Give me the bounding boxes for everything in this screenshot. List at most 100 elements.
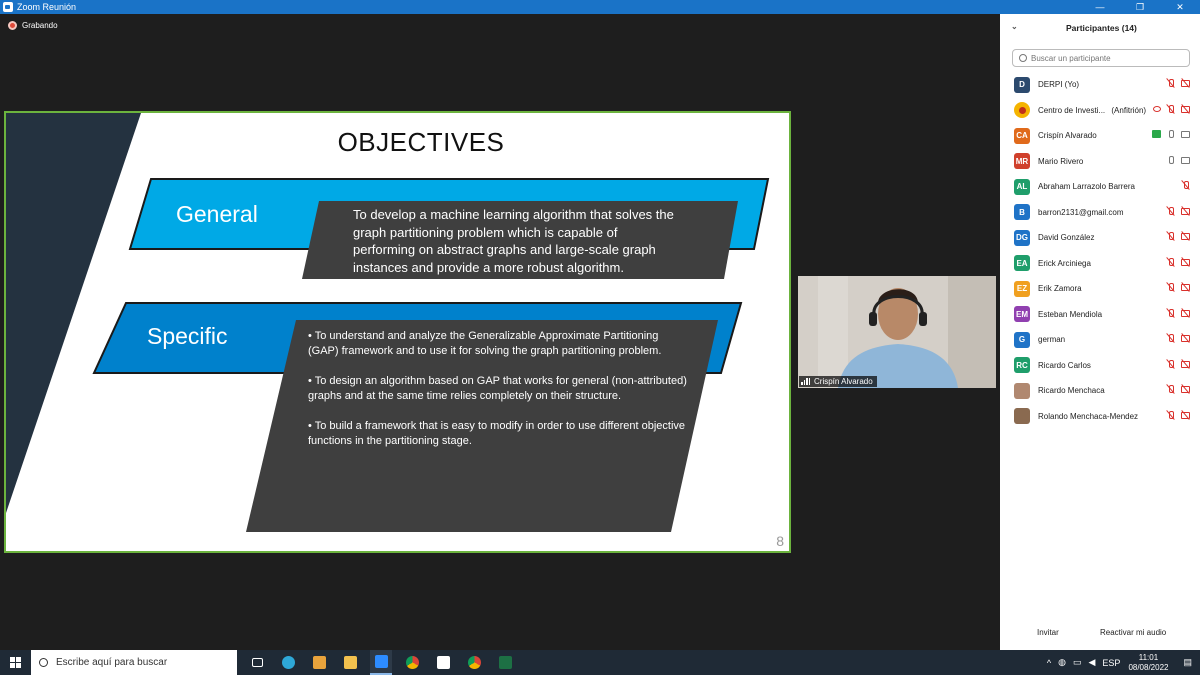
participant-row[interactable]: Centro de Investi... (Anfitrión): [1000, 98, 1200, 124]
avatar-photo: [1014, 408, 1030, 425]
slide-page-number: 8: [776, 533, 784, 549]
camera-icon[interactable]: [1181, 129, 1191, 139]
network-icon[interactable]: ◍: [1058, 657, 1066, 668]
participant-row[interactable]: DG David González: [1000, 225, 1200, 251]
taskbar-app-media[interactable]: [308, 650, 330, 675]
camera-off-icon[interactable]: [1181, 78, 1191, 88]
edge-icon: [281, 656, 295, 669]
mic-muted-icon[interactable]: [1166, 206, 1176, 216]
mic-muted-icon[interactable]: [1166, 333, 1176, 343]
video-frame: [798, 276, 996, 388]
general-label: General: [176, 201, 258, 227]
task-view-button[interactable]: [246, 650, 268, 675]
close-button[interactable]: ✕: [1160, 0, 1200, 14]
chrome-icon: [405, 656, 419, 669]
mic-muted-icon[interactable]: [1166, 257, 1176, 267]
maximize-button[interactable]: ❐: [1120, 0, 1160, 14]
mic-muted-icon[interactable]: [1166, 78, 1176, 88]
camera-icon[interactable]: [1181, 155, 1191, 165]
camera-off-icon[interactable]: [1181, 410, 1191, 420]
chrome-icon: [467, 656, 481, 669]
avatar: [1014, 102, 1030, 119]
participant-row[interactable]: B barron2131@gmail.com: [1000, 200, 1200, 226]
screen-share-icon: [1152, 130, 1161, 138]
taskbar-app-chrome-2[interactable]: [463, 650, 485, 675]
tray-chevron-icon[interactable]: ^: [1047, 658, 1051, 668]
minimize-button[interactable]: —: [1080, 0, 1120, 14]
participant-row[interactable]: CA Crispín Alvarado: [1000, 123, 1200, 149]
taskbar-search[interactable]: Escribe aquí para buscar: [31, 650, 237, 675]
participant-row[interactable]: D DERPI (Yo): [1000, 72, 1200, 98]
camera-off-icon[interactable]: [1181, 308, 1191, 318]
mic-muted-icon[interactable]: [1181, 180, 1191, 190]
notifications-icon[interactable]: ▤: [1183, 657, 1192, 668]
taskbar-clock[interactable]: 11:01 08/08/2022: [1128, 653, 1168, 673]
taskbar-search-placeholder: Escribe aquí para buscar: [56, 657, 168, 668]
participant-row[interactable]: EZ Erik Zamora: [1000, 276, 1200, 302]
avatar: DG: [1014, 229, 1030, 246]
participants-list: D DERPI (Yo) Centro de Investi... (Anfit…: [1000, 72, 1200, 429]
mic-muted-icon[interactable]: [1166, 308, 1176, 318]
invite-button[interactable]: Invitar: [1037, 628, 1059, 637]
avatar: EA: [1014, 255, 1030, 272]
taskbar-app-edge[interactable]: [277, 650, 299, 675]
recording-indicator[interactable]: Grabando: [8, 21, 58, 30]
battery-icon[interactable]: ▭: [1073, 657, 1082, 668]
excel-icon: [498, 656, 512, 669]
avatar: G: [1014, 331, 1030, 348]
participant-row[interactable]: EM Esteban Mendiola: [1000, 302, 1200, 328]
participants-panel: ⌄ Participantes (14) D DERPI (Yo) Centro…: [1000, 14, 1200, 650]
taskbar-app-explorer[interactable]: [339, 650, 361, 675]
participant-video[interactable]: Crispín Alvarado: [798, 276, 996, 388]
clock-time: 11:01: [1138, 652, 1159, 662]
taskbar-app-acrobat[interactable]: [432, 650, 454, 675]
volume-icon[interactable]: ◀: [1089, 657, 1096, 668]
camera-off-icon[interactable]: [1181, 104, 1191, 114]
camera-off-icon[interactable]: [1181, 282, 1191, 292]
mic-muted-icon[interactable]: [1166, 282, 1176, 292]
task-view-icon: [251, 658, 263, 667]
taskbar-app-zoom[interactable]: [370, 650, 392, 675]
mic-muted-icon[interactable]: [1166, 359, 1176, 369]
avatar-photo: [1014, 382, 1030, 399]
participant-row[interactable]: Rolando Menchaca-Mendez: [1000, 404, 1200, 430]
camera-off-icon[interactable]: [1181, 359, 1191, 369]
mic-muted-icon[interactable]: [1166, 231, 1176, 241]
collapse-chevron-icon[interactable]: ⌄: [1011, 22, 1018, 31]
camera-off-icon[interactable]: [1181, 333, 1191, 343]
camera-off-icon[interactable]: [1181, 384, 1191, 394]
avatar: EZ: [1014, 280, 1030, 297]
taskbar-app-chrome[interactable]: [401, 650, 423, 675]
camera-off-icon[interactable]: [1181, 206, 1191, 216]
mic-icon[interactable]: [1166, 129, 1176, 139]
mic-muted-icon[interactable]: [1166, 104, 1176, 114]
participant-row[interactable]: Ricardo Menchaca: [1000, 378, 1200, 404]
camera-off-icon[interactable]: [1181, 231, 1191, 241]
participant-search[interactable]: [1012, 49, 1190, 67]
camera-off-icon[interactable]: [1181, 257, 1191, 267]
taskbar-app-excel[interactable]: [494, 650, 516, 675]
specific-point: • To build a framework that is easy to m…: [308, 420, 686, 447]
window-title: Zoom Reunión: [17, 2, 77, 12]
participant-row[interactable]: RC Ricardo Carlos: [1000, 353, 1200, 379]
slide-title: OBJECTIVES: [337, 127, 505, 157]
mic-muted-icon[interactable]: [1166, 384, 1176, 394]
participant-search-input[interactable]: [1031, 53, 1181, 63]
mic-icon[interactable]: [1166, 155, 1176, 165]
search-icon: [1019, 54, 1027, 62]
unmute-button[interactable]: Reactivar mi audio: [1100, 628, 1166, 637]
language-indicator[interactable]: ESP: [1102, 658, 1120, 668]
participant-row[interactable]: MR Mario Rivero: [1000, 149, 1200, 175]
participant-row[interactable]: G german: [1000, 327, 1200, 353]
participant-row[interactable]: AL Abraham Larrazolo Barrera: [1000, 174, 1200, 200]
participants-header: ⌄ Participantes (14): [1000, 14, 1200, 42]
avatar: B: [1014, 204, 1030, 221]
media-player-icon: [312, 656, 326, 669]
start-icon[interactable]: [10, 657, 21, 668]
avatar: MR: [1014, 153, 1030, 170]
mic-muted-icon[interactable]: [1166, 410, 1176, 420]
specific-point: • To understand and analyze the Generali…: [308, 330, 662, 357]
participant-row[interactable]: EA Erick Arciniega: [1000, 251, 1200, 277]
search-icon: [39, 658, 48, 667]
participant-name: Abraham Larrazolo Barrera: [1038, 182, 1135, 192]
